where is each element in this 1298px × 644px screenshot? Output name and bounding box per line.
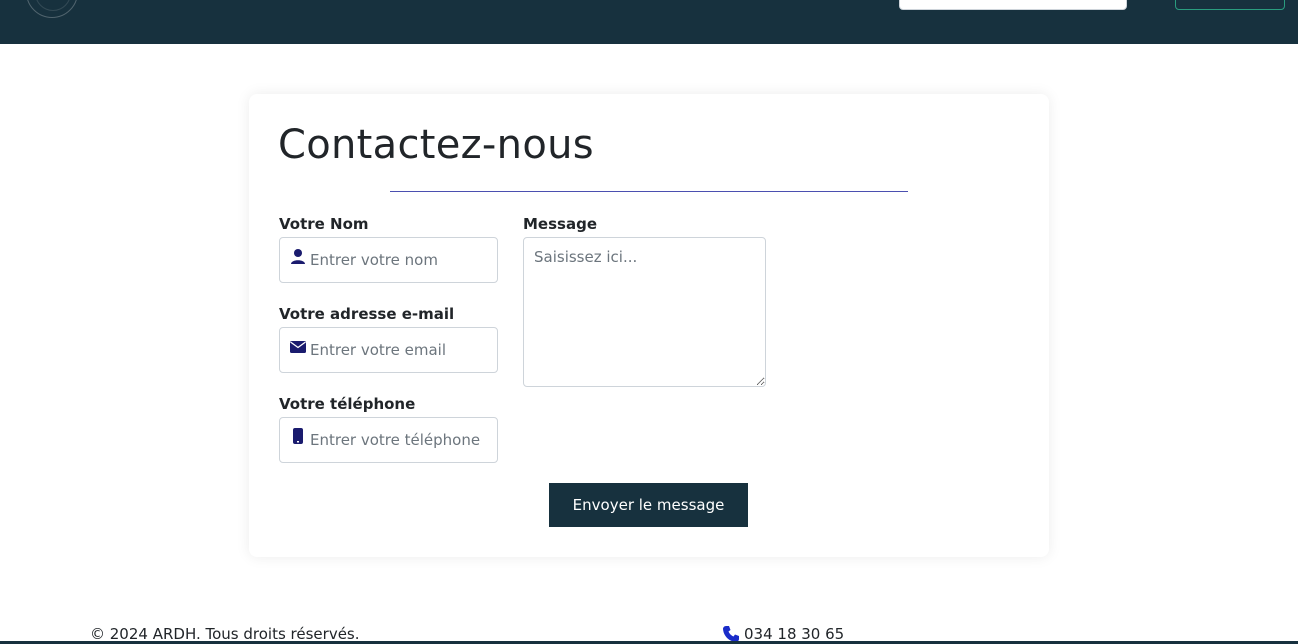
email-input[interactable] [310, 328, 496, 372]
phone-input[interactable] [310, 418, 496, 462]
site-logo[interactable] [26, 0, 78, 18]
send-message-button[interactable]: Envoyer le message [549, 483, 748, 527]
message-label: Message [523, 215, 597, 233]
mobile-icon [293, 428, 303, 444]
name-label: Votre Nom [279, 215, 369, 233]
email-label: Votre adresse e-mail [279, 305, 455, 323]
message-textarea[interactable] [523, 237, 766, 387]
envelope-icon [290, 341, 306, 353]
contact-form-card: Contactez-nous Votre Nom Votre adresse e… [249, 94, 1049, 557]
name-input-group[interactable] [279, 237, 498, 283]
user-icon [291, 249, 305, 264]
name-input[interactable] [310, 238, 496, 282]
title-divider [390, 191, 908, 192]
header-action-button[interactable] [1175, 0, 1285, 10]
phone-input-group[interactable] [279, 417, 498, 463]
email-input-group[interactable] [279, 327, 498, 373]
top-navigation-bar [0, 0, 1298, 44]
page-title: Contactez-nous [278, 122, 594, 168]
phone-label: Votre téléphone [279, 395, 416, 413]
header-search-input[interactable] [899, 0, 1127, 10]
